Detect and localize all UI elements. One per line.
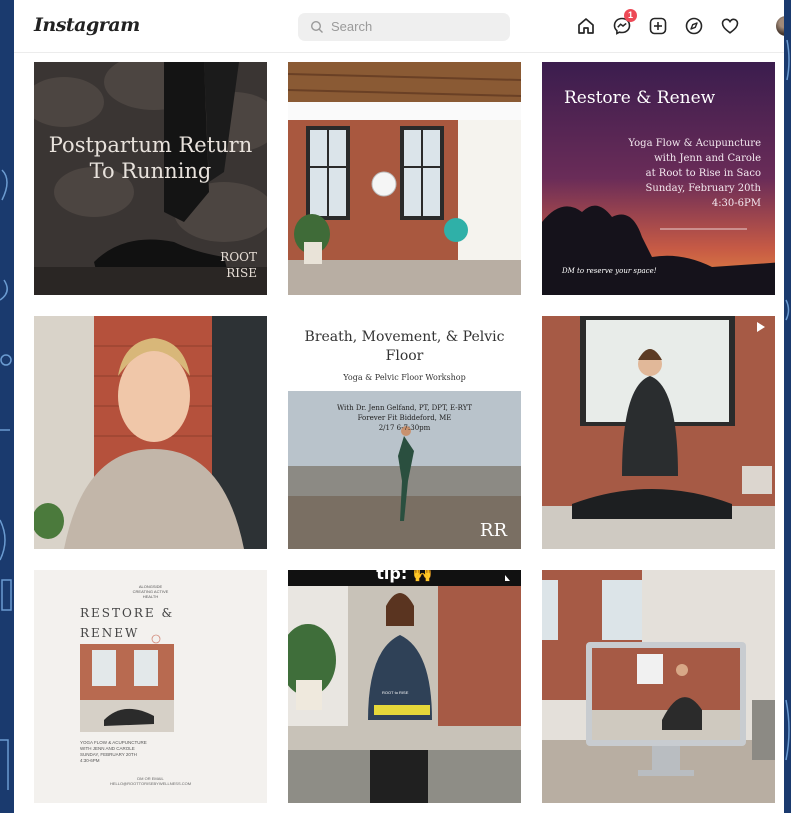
explore-button[interactable] [682, 14, 706, 38]
search-placeholder: Search [331, 19, 373, 34]
post-tile-8[interactable]: tip: 🙌 ROOT to RISE [288, 570, 521, 803]
post-tile-5[interactable]: Breath, Movement, & Pelvic Floor Yoga & … [288, 316, 521, 549]
post-cta: DM to reserve your space! [562, 267, 657, 275]
heart-icon [721, 18, 739, 34]
post-title: RESTORE & RENEW [80, 606, 175, 640]
post-title: Restore & Renew [564, 88, 716, 108]
post-image [542, 316, 775, 549]
post-image [288, 62, 521, 295]
post-image [288, 570, 521, 803]
post-tile-2[interactable] [288, 62, 521, 295]
post-image [542, 570, 775, 803]
new-post-button[interactable] [646, 14, 670, 38]
search-icon [310, 20, 323, 33]
post-details: YOGA FLOW & ACUPUNCTURE WITH JENN AND CA… [80, 740, 147, 763]
post-brand: ROOT RISE [220, 250, 257, 280]
new-post-icon [649, 17, 667, 35]
search-input[interactable]: Search [298, 13, 510, 41]
post-title: Postpartum Return To Running [48, 133, 253, 183]
profile-avatar[interactable] [776, 16, 784, 36]
post-tile-7[interactable]: ALONGSIDE CREATING ACTIVE HEALTH RESTORE… [34, 570, 267, 803]
post-tile-9[interactable] [542, 570, 775, 803]
post-top-text: ALONGSIDE CREATING ACTIVE HEALTH [132, 584, 169, 599]
post-image [34, 316, 267, 549]
messenger-button[interactable]: 1 [610, 9, 637, 38]
instagram-window: Instagram Search 1 Postpartum Return To … [14, 0, 784, 813]
post-monogram: RR [479, 520, 507, 541]
post-body: Yoga Flow & Acupuncture with Jenn and Ca… [628, 138, 761, 209]
post-tile-3[interactable]: Restore & Renew Yoga Flow & Acupuncture … [542, 62, 775, 295]
post-tile-1[interactable]: Postpartum Return To Running ROOT RISE [34, 62, 267, 295]
video-caption: tip: 🙌 [376, 570, 433, 583]
home-icon [578, 18, 594, 34]
home-button[interactable] [574, 14, 598, 38]
post-footer: DM OR EMAIL HELLO@ROOTTORISEBYWELLNESS.C… [109, 776, 192, 786]
explore-icon [685, 17, 703, 35]
shirt-text: ROOT to RISE [382, 690, 409, 695]
post-tile-4[interactable] [34, 316, 267, 549]
post-subtitle: Yoga & Pelvic Floor Workshop [343, 373, 466, 382]
top-navigation-bar: Instagram Search 1 [14, 0, 784, 53]
activity-button[interactable] [718, 14, 742, 38]
post-tile-6[interactable] [542, 316, 775, 549]
instagram-logo[interactable]: Instagram [34, 14, 140, 36]
notification-badge: 1 [624, 9, 637, 22]
post-title: Breath, Movement, & Pelvic Floor [304, 329, 505, 364]
post-details: With Dr. Jenn Gelfand, PT, DPT, E-RYT Fo… [336, 404, 473, 432]
